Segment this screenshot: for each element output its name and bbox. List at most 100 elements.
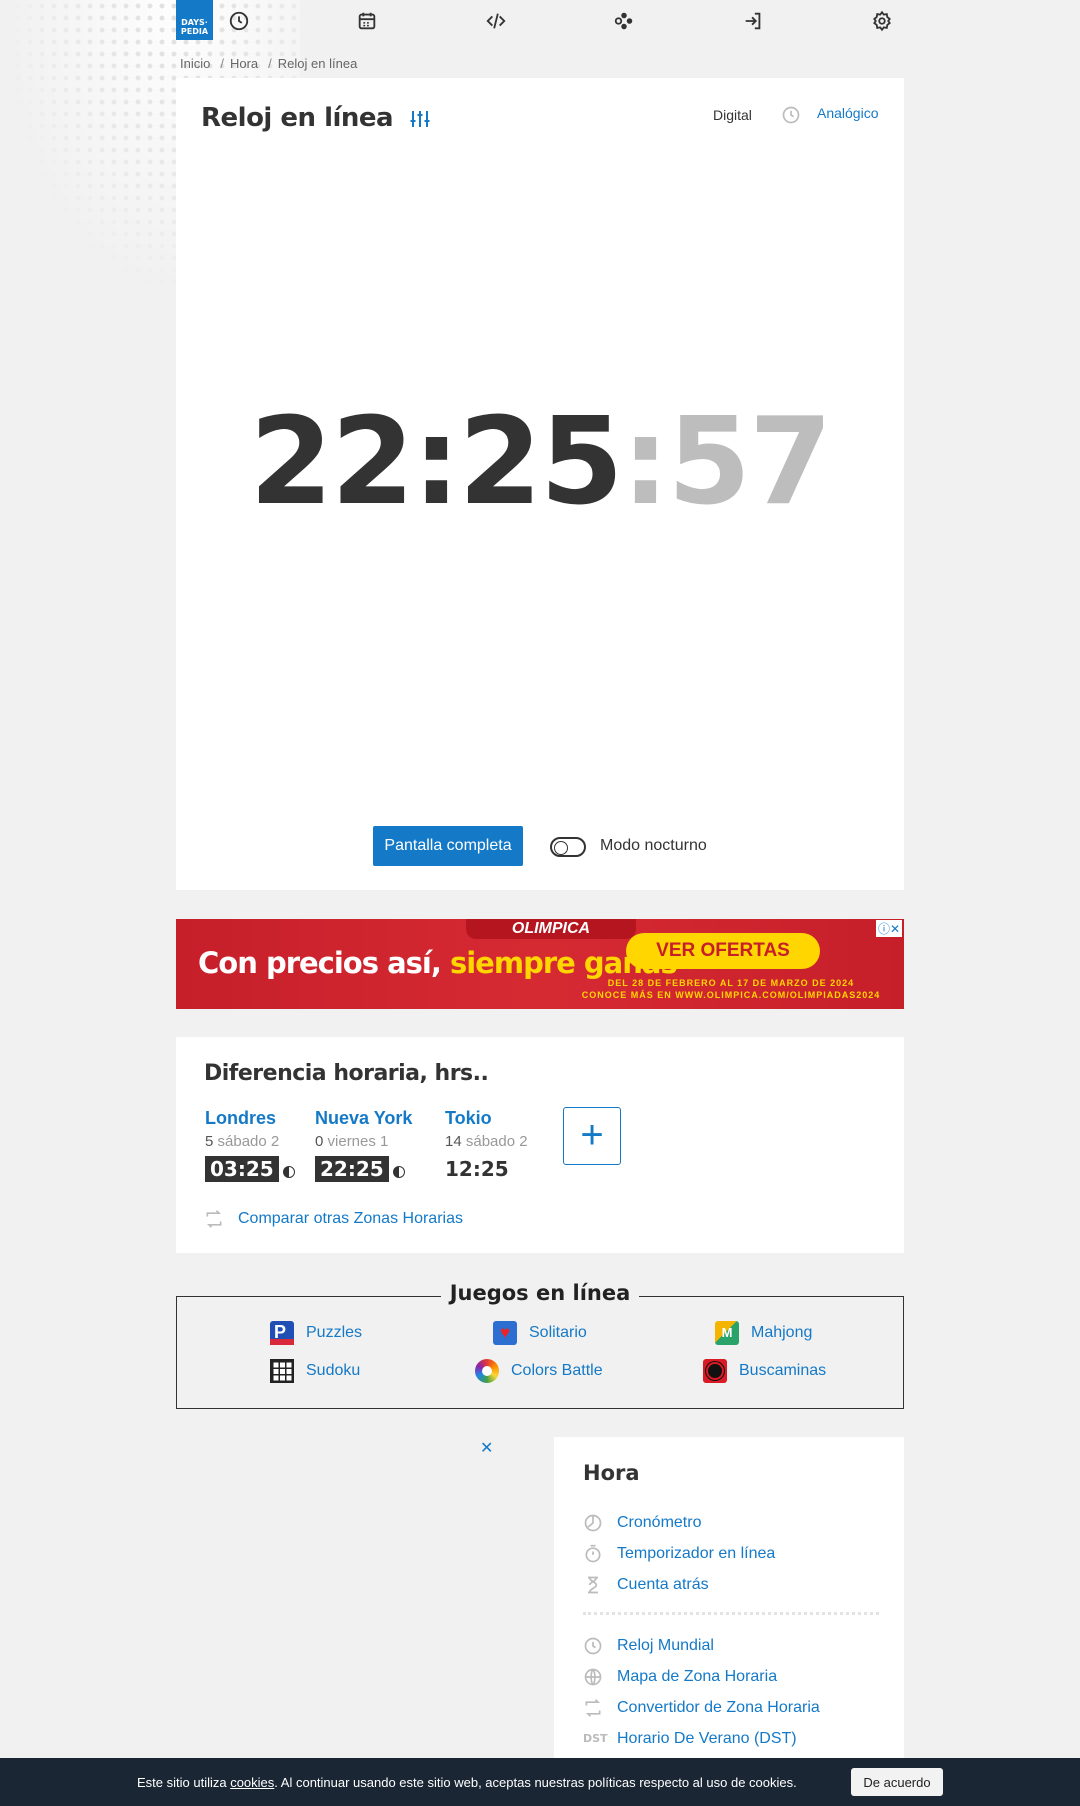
night-mode-toggle[interactable]	[550, 837, 586, 857]
sidebar-link-label: Horario De Verano (DST)	[617, 1730, 797, 1748]
city-london: Londres 5 sábado 2 03:25	[205, 1108, 295, 1182]
city-time: 22:25	[315, 1156, 389, 1182]
sidebar-link-label: Cuenta atrás	[617, 1576, 709, 1594]
game-puzzles[interactable]: P Puzzles	[270, 1321, 362, 1345]
sidebar-link-label: Temporizador en línea	[617, 1545, 776, 1563]
swap-icon	[204, 1209, 224, 1229]
game-solitaire[interactable]: ♥ Solitario	[493, 1321, 587, 1345]
clock-icon	[781, 105, 801, 125]
city-weekday: sábado 2	[465, 1133, 528, 1150]
fullscreen-button[interactable]: Pantalla completa	[373, 826, 523, 866]
city-weekday: viernes 1	[327, 1133, 389, 1150]
sidebar-divider	[583, 1612, 879, 1615]
breadcrumb-hora[interactable]: Hora	[230, 56, 258, 71]
sudoku-grid-icon	[270, 1359, 294, 1383]
mode-digital[interactable]: Digital	[713, 107, 752, 123]
game-label: Mahjong	[751, 1324, 813, 1342]
top-nav: DAYS· PEDIA	[176, 0, 904, 40]
digital-clock: 22:25:57	[176, 403, 904, 523]
sidebar-item-timezone-converter[interactable]: Convertidor de Zona Horaria	[583, 1698, 820, 1718]
game-label: Buscaminas	[739, 1362, 827, 1380]
logo-line-1: DAYS·	[181, 18, 208, 27]
calendar-icon[interactable]	[356, 10, 378, 32]
compare-label: Comparar otras Zonas Horarias	[238, 1210, 463, 1228]
city-tokyo: Tokio 14 sábado 2 12:25	[445, 1108, 528, 1182]
ad-cta-button[interactable]: VER OFERTAS	[626, 933, 820, 969]
games-title-wrap: Juegos en línea	[177, 1281, 903, 1305]
ad-banner[interactable]: OLIMPICA Con precios así, siempre ganas …	[176, 919, 904, 1009]
game-label: Solitario	[529, 1324, 587, 1342]
sidebar-item-timer[interactable]: Temporizador en línea	[583, 1544, 775, 1564]
clock-icon	[583, 1636, 603, 1656]
ad-brand: OLIMPICA	[466, 919, 636, 939]
city-name[interactable]: Londres	[205, 1108, 295, 1129]
game-label: Puzzles	[306, 1324, 363, 1342]
ad-fine-1: DEL 28 DE FEBRERO AL 17 DE MARZO DE 2024	[607, 978, 855, 988]
mahjong-icon: M	[715, 1321, 739, 1345]
cookie-text-b: . Al continuar usando este sitio web, ac…	[274, 1775, 797, 1790]
sidebar-hora: Hora Cronómetro Temporizador en línea Cu…	[554, 1437, 904, 1806]
city-name[interactable]: Tokio	[445, 1108, 528, 1129]
game-mahjong[interactable]: M Mahjong	[715, 1321, 812, 1345]
city-name[interactable]: Nueva York	[315, 1108, 412, 1129]
sidebar-item-world-clock[interactable]: Reloj Mundial	[583, 1636, 714, 1656]
cookie-policy-link[interactable]: cookies	[230, 1775, 274, 1790]
breadcrumb: Inicio / Hora / Reloj en línea	[180, 56, 361, 71]
solitaire-heart-icon: ♥	[493, 1321, 517, 1345]
game-colors-battle[interactable]: Colors Battle	[475, 1359, 603, 1383]
sliders-icon[interactable]	[408, 107, 432, 131]
dst-icon: DST	[583, 1732, 608, 1745]
stopwatch-icon	[583, 1513, 603, 1533]
sidebar-link-label: Reloj Mundial	[617, 1637, 714, 1655]
games-title: Juegos en línea	[440, 1281, 640, 1305]
games-box: Juegos en línea P Puzzles ♥ Solitario M Mah…	[176, 1281, 904, 1409]
city-offset: 5	[205, 1133, 214, 1150]
gamepad-icon[interactable]	[613, 10, 635, 32]
ad-headline-a: Con precios así,	[198, 946, 450, 980]
cookie-accept-button[interactable]: De acuerdo	[851, 1768, 943, 1796]
site-logo[interactable]: DAYS· PEDIA	[176, 0, 213, 40]
swap-icon	[583, 1698, 603, 1718]
breadcrumb-inicio[interactable]: Inicio	[180, 56, 210, 71]
sidebar-link-label: Convertidor de Zona Horaria	[617, 1699, 820, 1717]
code-icon[interactable]	[485, 10, 507, 32]
city-day: 14 sábado 2	[445, 1133, 528, 1150]
game-sudoku[interactable]: Sudoku	[270, 1359, 360, 1383]
cookie-text: Este sitio utiliza cookies. Al continuar…	[137, 1775, 797, 1790]
ad-headline: Con precios así, siempre ganas	[198, 946, 678, 980]
city-day: 5 sábado 2	[205, 1133, 295, 1150]
breadcrumb-separator: /	[268, 56, 272, 71]
compare-timezones-link[interactable]: Comparar otras Zonas Horarias	[204, 1209, 463, 1229]
clock-hours-minutes: 22:25	[249, 393, 624, 532]
cookie-banner: Este sitio utiliza cookies. Al continuar…	[0, 1758, 1080, 1806]
breadcrumb-separator: /	[220, 56, 224, 71]
gear-icon[interactable]	[871, 10, 893, 32]
ad-fine-print: DEL 28 DE FEBRERO AL 17 DE MARZO DE 2024…	[561, 977, 901, 1001]
clock-icon[interactable]	[228, 10, 250, 32]
sidebar-link-label: Mapa de Zona Horaria	[617, 1668, 778, 1686]
countdown-icon	[583, 1575, 603, 1595]
login-icon[interactable]	[742, 10, 764, 32]
city-weekday: sábado 2	[217, 1133, 280, 1150]
puzzle-icon: P	[270, 1321, 294, 1345]
sidebar-item-stopwatch[interactable]: Cronómetro	[583, 1513, 701, 1533]
city-new-york: Nueva York 0 viernes 1 22:25	[315, 1108, 412, 1182]
ad-fine-2: CONOCE MÁS EN WWW.OLIMPICA.COM/OLIMPIADA…	[581, 990, 881, 1000]
breadcrumb-current: Reloj en línea	[277, 56, 358, 71]
sidebar-item-dst[interactable]: DST Horario De Verano (DST)	[583, 1729, 797, 1749]
sidebar-link-label: Cronómetro	[617, 1514, 702, 1532]
moon-icon	[282, 1165, 295, 1178]
sidebar-item-countdown[interactable]: Cuenta atrás	[583, 1575, 709, 1595]
ad-close-icon[interactable]: ⓘ✕	[875, 920, 902, 937]
clock-seconds: :57	[621, 393, 833, 532]
moon-icon	[392, 1165, 405, 1178]
mode-analog-link[interactable]: Analógico	[817, 105, 879, 121]
city-day: 0 viernes 1	[315, 1133, 412, 1150]
sidebar-item-timezone-map[interactable]: Mapa de Zona Horaria	[583, 1667, 777, 1687]
ad-close-icon[interactable]: ✕	[480, 1438, 493, 1458]
mine-icon	[703, 1359, 727, 1383]
add-city-button[interactable]: +	[563, 1107, 621, 1165]
clock-card: Reloj en línea Digital Analógico 22:25:5…	[176, 78, 904, 890]
city-time: 03:25	[205, 1156, 279, 1182]
game-minesweeper[interactable]: Buscaminas	[703, 1359, 826, 1383]
